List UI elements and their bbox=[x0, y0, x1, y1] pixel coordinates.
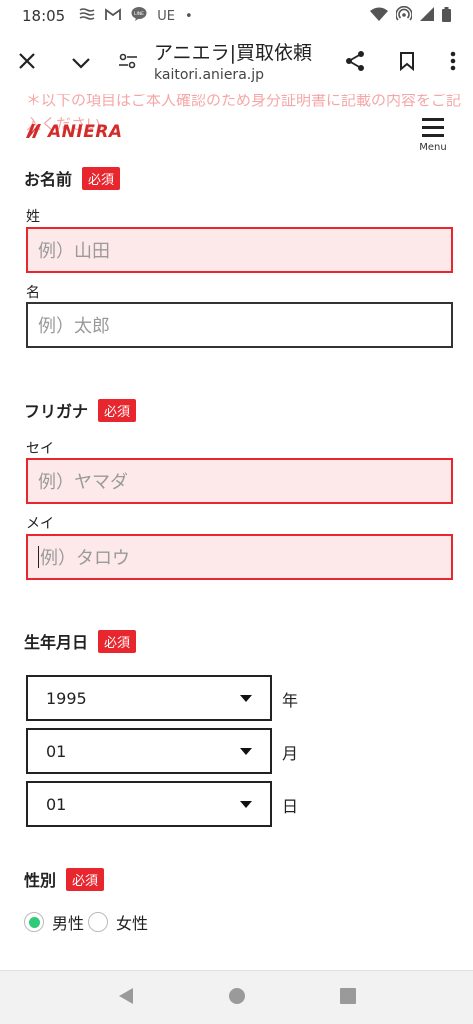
mei-label: メイ bbox=[26, 516, 54, 532]
carrier-text: UE bbox=[157, 8, 175, 24]
year-unit: 年 bbox=[282, 691, 299, 710]
back-button[interactable] bbox=[106, 978, 146, 1018]
collapse-button[interactable] bbox=[54, 32, 108, 94]
gmail-icon bbox=[105, 7, 122, 25]
browser-toolbar: アニエラ|買取依頼 kaitori.aniera.jp bbox=[0, 32, 473, 94]
bookmark-button[interactable] bbox=[381, 32, 433, 94]
birth-year-select[interactable]: 1995 bbox=[26, 675, 272, 721]
signal-icon bbox=[420, 7, 434, 25]
tune-icon bbox=[118, 53, 138, 73]
battery-icon bbox=[442, 6, 451, 26]
dropdown-arrow-icon bbox=[240, 748, 252, 755]
gender-female-option[interactable]: 女性 bbox=[88, 910, 148, 934]
mei-input[interactable]: 例）タロウ bbox=[26, 534, 453, 580]
first-name-input[interactable]: 例）太郎 bbox=[26, 302, 453, 348]
text-caret bbox=[38, 546, 39, 568]
birthdate-section-title: 生年月日 必須 bbox=[24, 629, 137, 653]
logo-mark-icon bbox=[26, 123, 46, 142]
sei-label: セイ bbox=[26, 441, 54, 457]
first-name-label: 名 bbox=[26, 285, 40, 301]
wifi-icon bbox=[370, 7, 388, 25]
birth-day-select[interactable]: 01 bbox=[26, 781, 272, 827]
share-button[interactable] bbox=[329, 32, 381, 94]
radio-unselected[interactable] bbox=[88, 912, 109, 932]
dropdown-arrow-icon bbox=[240, 695, 252, 702]
notification-icons: LINE UE • bbox=[79, 6, 193, 26]
day-unit: 日 bbox=[282, 797, 299, 816]
dropdown-arrow-icon bbox=[240, 801, 252, 808]
page-title: アニエラ|買取依頼 bbox=[154, 42, 313, 65]
share-icon bbox=[344, 50, 366, 76]
required-badge: 必須 bbox=[98, 629, 137, 653]
close-button[interactable] bbox=[0, 32, 54, 94]
more-options-button[interactable] bbox=[433, 32, 473, 94]
radio-selected[interactable] bbox=[24, 912, 44, 932]
svg-text:LINE: LINE bbox=[134, 11, 144, 17]
home-circle-icon bbox=[228, 987, 246, 1009]
system-nav-bar bbox=[0, 970, 473, 1024]
last-name-input[interactable]: 例）山田 bbox=[26, 227, 453, 273]
back-triangle-icon bbox=[118, 987, 134, 1009]
last-name-label: 姓 bbox=[26, 209, 40, 225]
menu-button[interactable]: Menu bbox=[415, 118, 451, 153]
menu-label: Menu bbox=[419, 142, 447, 153]
page-title-area[interactable]: アニエラ|買取依頼 kaitori.aniera.jp bbox=[148, 42, 329, 83]
month-unit: 月 bbox=[282, 744, 299, 763]
status-dot: • bbox=[184, 8, 193, 24]
chevron-down-icon bbox=[71, 54, 91, 73]
name-section-title: お名前 必須 bbox=[24, 166, 121, 190]
required-badge: 必須 bbox=[66, 867, 105, 891]
status-time: 18:05 bbox=[22, 7, 66, 25]
stacked-lines-icon bbox=[79, 7, 95, 25]
birth-month-select[interactable]: 01 bbox=[26, 728, 272, 774]
aniera-logo[interactable]: ANIERA bbox=[26, 122, 123, 142]
page-url: kaitori.aniera.jp bbox=[154, 66, 264, 83]
gender-male-option[interactable]: 男性 bbox=[24, 910, 84, 934]
required-badge: 必須 bbox=[82, 166, 121, 190]
close-icon bbox=[18, 52, 36, 74]
web-page: ＊以下の項目はご本人確認のため身分証明書に記載の内容をご記入ください。 ANIE… bbox=[0, 94, 473, 970]
hotspot-icon bbox=[395, 5, 413, 26]
logo-text: ANIERA bbox=[48, 122, 123, 142]
recents-button[interactable] bbox=[328, 978, 368, 1018]
hamburger-icon bbox=[422, 118, 444, 121]
recents-square-icon bbox=[339, 987, 356, 1008]
gender-radio-group: 男性 女性 bbox=[24, 910, 152, 934]
required-badge: 必須 bbox=[98, 398, 137, 422]
home-button[interactable] bbox=[217, 978, 257, 1018]
gender-section-title: 性別 必須 bbox=[24, 867, 105, 891]
more-vert-icon bbox=[450, 51, 456, 75]
furigana-section-title: フリガナ 必須 bbox=[24, 398, 137, 422]
sei-input[interactable]: 例）ヤマダ bbox=[26, 458, 453, 504]
bookmark-icon bbox=[399, 51, 415, 75]
line-icon: LINE bbox=[131, 6, 147, 26]
status-bar: 18:05 LINE UE • bbox=[0, 0, 473, 32]
site-settings-button[interactable] bbox=[108, 32, 148, 94]
